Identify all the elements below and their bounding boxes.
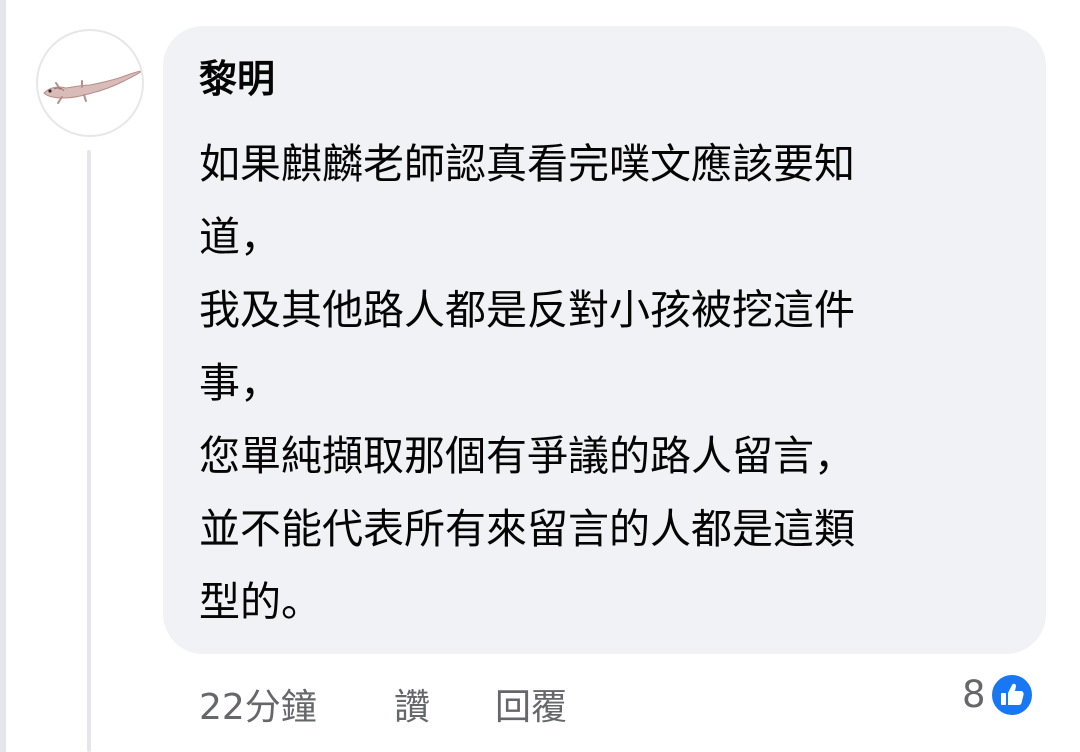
comment-line: 型的。 (199, 578, 322, 626)
comment-line: 並不能代表所有來留言的人都是這類 (199, 505, 855, 553)
like-button[interactable]: 讚 (394, 684, 430, 732)
comment-line: 事， (199, 359, 281, 407)
comment-thread: 黎明 如果麒麟老師認真看完噗文應該要知 道， 我及其他路人都是反對小孩被挖這件 … (0, 0, 1080, 752)
comment-line: 我及其他路人都是反對小孩被挖這件 (199, 286, 855, 334)
comment-line: 道， (199, 213, 281, 261)
avatar[interactable] (36, 29, 144, 137)
thread-line (87, 150, 91, 752)
thumbs-up-icon (989, 673, 1034, 717)
reaction-count: 8 (962, 673, 986, 716)
comment-line: 您單純擷取那個有爭議的路人留言， (199, 432, 855, 480)
comment-line: 如果麒麟老師認真看完噗文應該要知 (199, 140, 855, 188)
left-edge-divider (0, 0, 6, 752)
comment-author[interactable]: 黎明 (199, 56, 275, 102)
reply-button[interactable]: 回覆 (495, 684, 567, 732)
lizard-avatar-icon (43, 70, 142, 104)
reaction-summary[interactable]: 8 (962, 672, 1034, 718)
comment-timestamp[interactable]: 22分鐘 (199, 684, 317, 732)
comment-body: 如果麒麟老師認真看完噗文應該要知 道， 我及其他路人都是反對小孩被挖這件 事， … (199, 128, 989, 639)
